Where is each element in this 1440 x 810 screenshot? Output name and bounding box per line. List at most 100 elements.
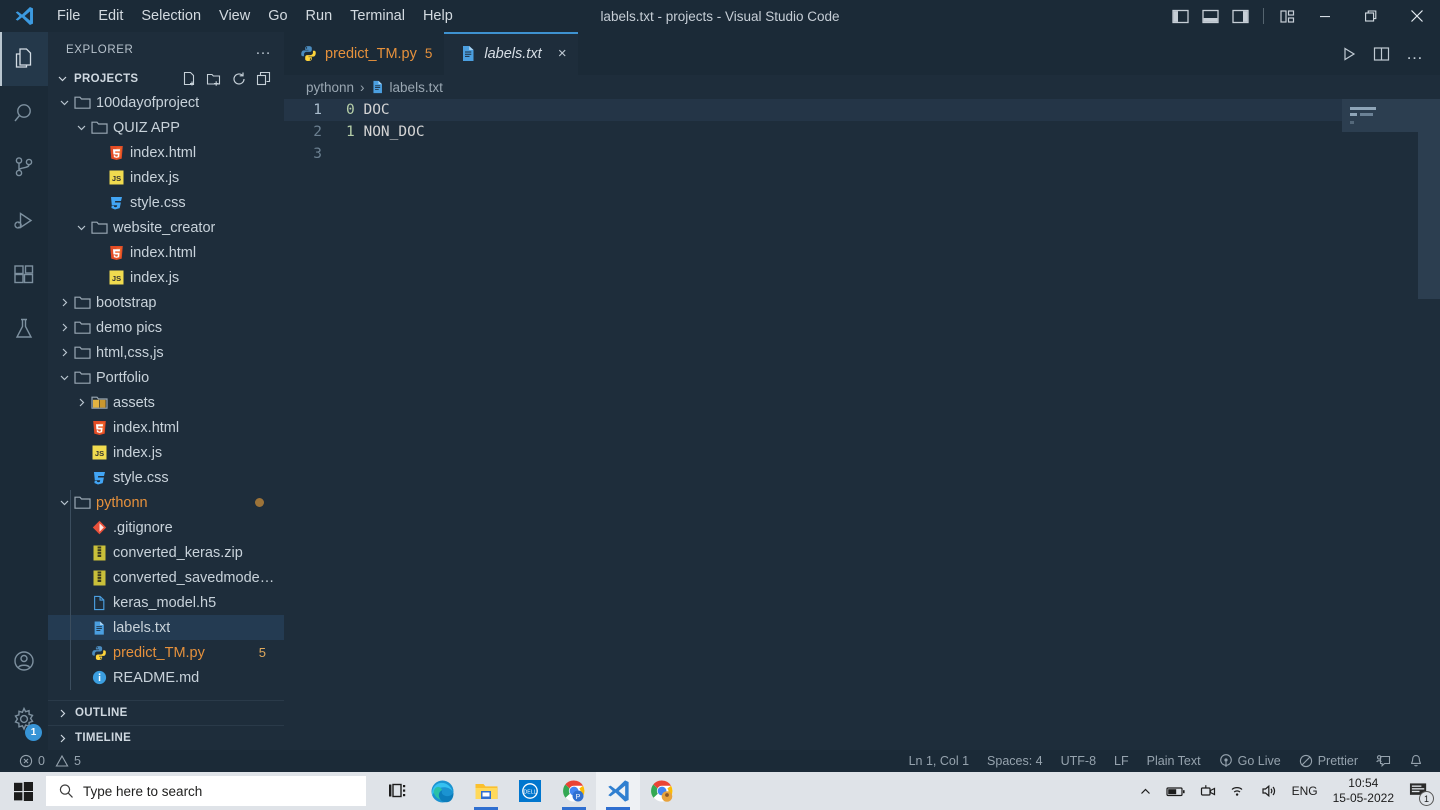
menu-help[interactable]: Help [414, 4, 462, 28]
tree-file[interactable]: index.html [48, 415, 284, 440]
taskbar-visual-studio-code[interactable] [596, 772, 640, 810]
tree-file[interactable]: predict_TM.py 5 [48, 640, 284, 665]
window-restore-button[interactable] [1348, 0, 1394, 32]
activity-testing[interactable] [0, 302, 48, 356]
new-file-icon[interactable] [181, 71, 197, 87]
clock[interactable]: 10:54 15-05-2022 [1325, 776, 1402, 806]
collapse-all-icon[interactable] [256, 71, 272, 87]
new-folder-icon[interactable] [206, 71, 222, 87]
toggle-panel-icon[interactable] [1195, 0, 1225, 32]
menu-edit[interactable]: Edit [89, 4, 132, 28]
window-minimize-button[interactable] [1302, 0, 1348, 32]
customize-layout-icon[interactable] [1272, 0, 1302, 32]
window-close-button[interactable] [1394, 0, 1440, 32]
status-indentation[interactable]: Spaces: 4 [978, 750, 1052, 772]
menu-terminal[interactable]: Terminal [341, 4, 414, 28]
code-line[interactable]: 3 [284, 143, 1440, 165]
tree-file[interactable]: JS index.js [48, 440, 284, 465]
chevron-right-icon[interactable] [56, 322, 72, 333]
menu-run[interactable]: Run [297, 4, 342, 28]
status-encoding[interactable]: UTF-8 [1052, 750, 1105, 772]
volume-icon[interactable] [1254, 772, 1285, 810]
battery-icon[interactable] [1159, 772, 1193, 810]
editor-scrollbar-thumb[interactable] [1418, 99, 1440, 299]
minimap[interactable] [1342, 99, 1418, 750]
tree-folder[interactable]: website_creator [48, 215, 284, 240]
editor-more-actions-icon[interactable]: … [1406, 45, 1424, 62]
activity-accounts[interactable] [0, 634, 48, 688]
breadcrumb-folder[interactable]: pythonn [306, 80, 354, 95]
activity-extensions[interactable] [0, 248, 48, 302]
tree-folder[interactable]: pythonn [48, 490, 284, 515]
activity-run-debug[interactable] [0, 194, 48, 248]
tab-predict-tm-py[interactable]: predict_TM.py 5 [284, 32, 445, 75]
status-feedback[interactable] [1367, 750, 1400, 772]
chevron-right-icon[interactable] [56, 347, 72, 358]
tree-folder[interactable]: assets [48, 390, 284, 415]
tree-file[interactable]: style.css [48, 190, 284, 215]
taskbar-chrome-profile[interactable]: P [552, 772, 596, 810]
section-projects[interactable]: PROJECTS [48, 67, 284, 90]
code-editor[interactable]: 1 0 DOC 2 1 NON_DOC 3 [284, 99, 1440, 750]
taskbar-file-explorer[interactable] [464, 772, 508, 810]
explorer-more-actions-icon[interactable]: … [255, 41, 272, 57]
activity-manage-settings[interactable]: 1 [0, 688, 48, 750]
menu-selection[interactable]: Selection [132, 4, 210, 28]
editor-scrollbar[interactable] [1418, 99, 1440, 750]
status-language-mode[interactable]: Plain Text [1138, 750, 1210, 772]
status-notifications[interactable] [1400, 750, 1432, 772]
tree-folder[interactable]: html,css,js [48, 340, 284, 365]
activity-source-control[interactable] [0, 140, 48, 194]
tree-file[interactable]: converted_keras.zip [48, 540, 284, 565]
menu-file[interactable]: File [48, 4, 89, 28]
tree-file[interactable]: .gitignore [48, 515, 284, 540]
windows-start-icon[interactable] [0, 772, 46, 810]
status-prettier[interactable]: Prettier [1290, 750, 1367, 772]
code-line[interactable]: 1 0 DOC [284, 99, 1440, 121]
tree-file[interactable]: style.css [48, 465, 284, 490]
taskbar-chrome[interactable] [640, 772, 684, 810]
status-go-live[interactable]: Go Live [1210, 750, 1290, 772]
chevron-down-icon[interactable] [73, 222, 89, 233]
status-eol[interactable]: LF [1105, 750, 1138, 772]
tree-file[interactable]: labels.txt [48, 615, 284, 640]
activity-search[interactable] [0, 86, 48, 140]
split-editor-icon[interactable] [1373, 46, 1390, 62]
chevron-down-icon[interactable] [73, 122, 89, 133]
tree-file[interactable]: README.md [48, 665, 284, 690]
wifi-icon[interactable] [1223, 772, 1254, 810]
taskbar-microsoft-edge[interactable] [420, 772, 464, 810]
refresh-icon[interactable] [231, 71, 247, 87]
code-line[interactable]: 2 1 NON_DOC [284, 121, 1440, 143]
breadcrumb-file[interactable]: labels.txt [390, 80, 443, 95]
taskbar-search-input[interactable]: Type here to search [46, 776, 366, 806]
panel-outline[interactable]: OUTLINE [48, 700, 284, 725]
tree-file[interactable]: index.html [48, 140, 284, 165]
run-icon[interactable] [1341, 46, 1357, 62]
taskbar-dell-app[interactable]: DELL [508, 772, 552, 810]
chevron-right-icon[interactable] [56, 297, 72, 308]
activity-explorer[interactable] [0, 32, 48, 86]
menu-view[interactable]: View [210, 4, 259, 28]
tree-folder[interactable]: 100dayofproject [48, 90, 284, 115]
tree-file[interactable]: JS index.js [48, 265, 284, 290]
tree-folder[interactable]: bootstrap [48, 290, 284, 315]
tree-file[interactable]: keras_model.h5 [48, 590, 284, 615]
show-hidden-icons-icon[interactable] [1132, 772, 1159, 810]
chevron-down-icon[interactable] [56, 372, 72, 383]
chevron-down-icon[interactable] [56, 97, 72, 108]
toggle-secondary-sidebar-icon[interactable] [1225, 0, 1255, 32]
taskbar-task-view[interactable] [376, 772, 420, 810]
language-indicator[interactable]: ENG [1285, 772, 1325, 810]
code-lines[interactable]: 1 0 DOC 2 1 NON_DOC 3 [284, 99, 1440, 165]
tree-folder[interactable]: Portfolio [48, 365, 284, 390]
tab-close-icon[interactable]: × [558, 45, 567, 62]
tree-file[interactable]: JS index.js [48, 165, 284, 190]
tree-folder[interactable]: demo pics [48, 315, 284, 340]
tree-file[interactable]: index.html [48, 240, 284, 265]
chevron-right-icon[interactable] [73, 397, 89, 408]
action-center-icon[interactable]: 1 [1402, 772, 1436, 810]
toggle-primary-sidebar-icon[interactable] [1165, 0, 1195, 32]
tree-folder[interactable]: QUIZ APP [48, 115, 284, 140]
tree-file[interactable]: converted_savedmode… [48, 565, 284, 590]
